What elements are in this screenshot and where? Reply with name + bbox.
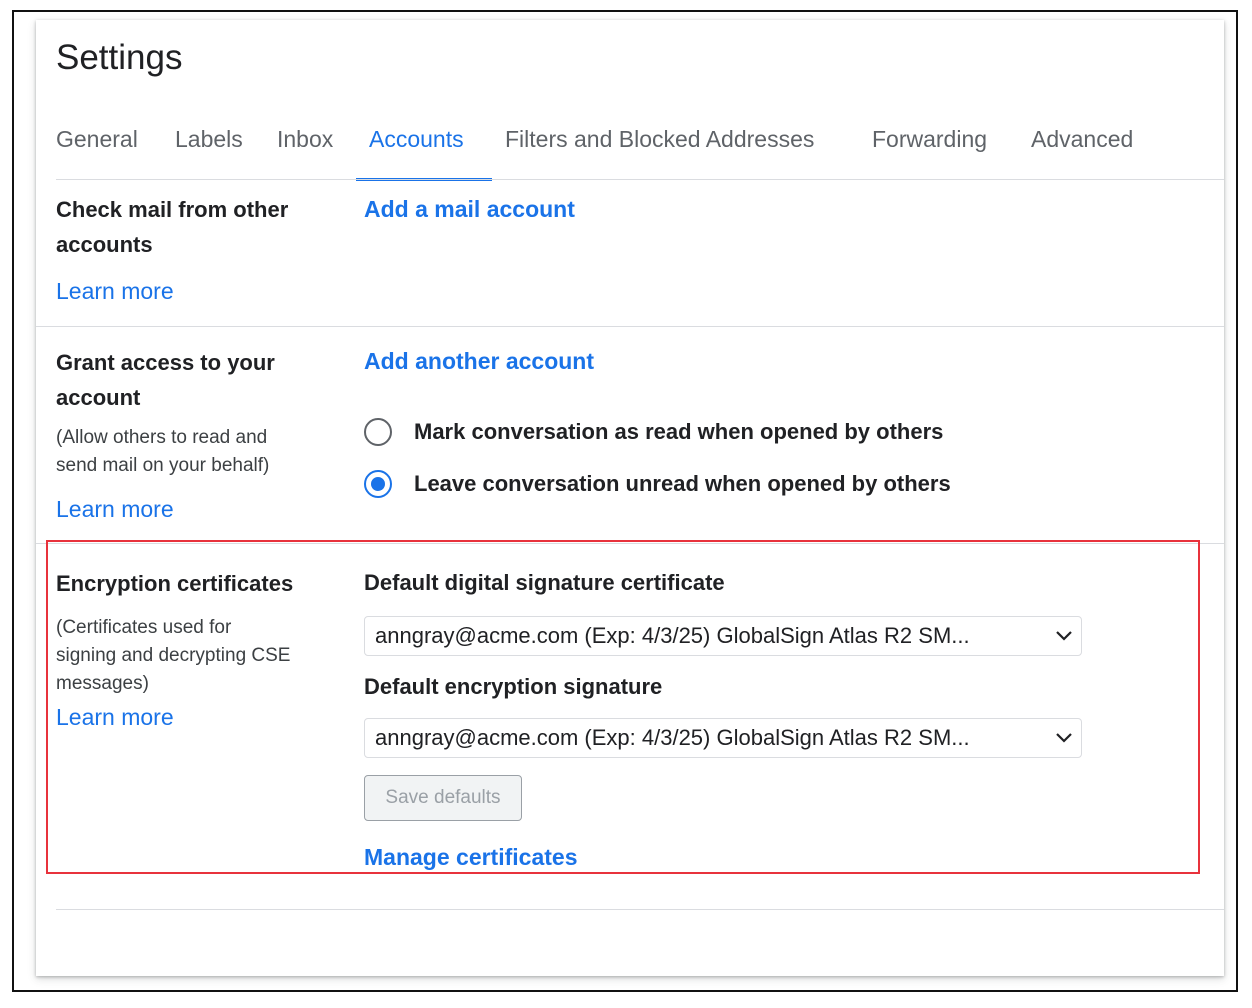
highlight-box	[46, 540, 1200, 874]
radio-mark-read[interactable]: Mark conversation as read when opened by…	[364, 416, 943, 448]
screenshot-frame: Settings General Labels Inbox Accounts F…	[12, 10, 1238, 992]
grant-access-description: (Allow others to read and send mail on y…	[56, 427, 270, 476]
add-mail-account-link[interactable]: Add a mail account	[364, 196, 575, 223]
radio-leave-unread[interactable]: Leave conversation unread when opened by…	[364, 468, 951, 500]
radio-unchecked-icon[interactable]	[364, 418, 392, 446]
check-mail-title: Check mail from other accounts	[56, 197, 289, 257]
tab-advanced[interactable]: Advanced	[1031, 126, 1133, 153]
bottom-divider	[56, 909, 1224, 910]
tab-accounts[interactable]: Accounts	[369, 126, 464, 153]
radio-mark-read-label: Mark conversation as read when opened by…	[414, 419, 944, 444]
tabs-divider	[56, 179, 1224, 180]
check-mail-learn-more-link[interactable]: Learn more	[56, 278, 174, 305]
page-title: Settings	[56, 38, 183, 77]
tab-forwarding[interactable]: Forwarding	[872, 126, 987, 153]
tab-labels[interactable]: Labels	[175, 126, 243, 153]
add-another-account-link[interactable]: Add another account	[364, 348, 594, 375]
grant-access-learn-more-link[interactable]: Learn more	[56, 496, 174, 523]
section-divider	[36, 326, 1224, 327]
tab-filters[interactable]: Filters and Blocked Addresses	[505, 126, 814, 153]
tab-general[interactable]: General	[56, 126, 138, 153]
grant-access-title: Grant access to your account	[56, 350, 275, 410]
tab-inbox[interactable]: Inbox	[277, 126, 333, 153]
radio-checked-icon[interactable]	[364, 470, 392, 498]
settings-tabs: General Labels Inbox Accounts Filters an…	[36, 116, 1224, 181]
settings-card: Settings General Labels Inbox Accounts F…	[36, 20, 1224, 976]
radio-leave-unread-label: Leave conversation unread when opened by…	[414, 471, 951, 496]
